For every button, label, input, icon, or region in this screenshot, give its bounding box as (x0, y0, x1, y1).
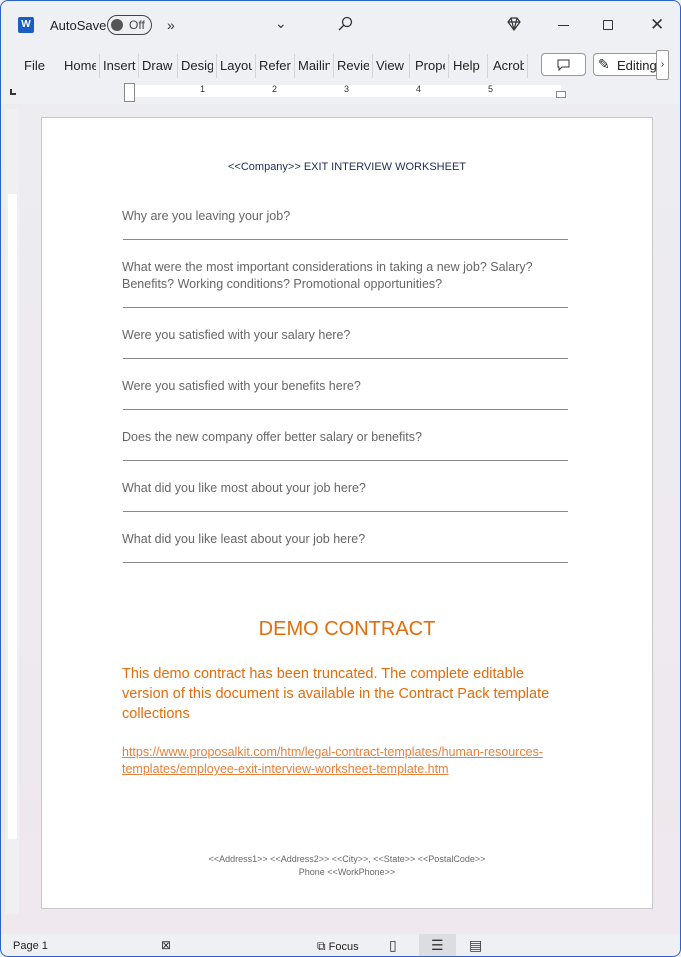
question: What were the most important considerati… (122, 260, 533, 291)
answer-line[interactable] (123, 562, 568, 563)
ruler-number: 4 (416, 84, 422, 94)
answer-line[interactable] (123, 307, 568, 308)
demo-notice: This demo contract has been truncated. T… (122, 666, 550, 722)
tab-help[interactable]: Help (453, 58, 483, 73)
focus-label: Focus (328, 941, 359, 953)
template-link[interactable]: https://www.proposalkit.com/htm/legal-co… (122, 744, 572, 778)
footer-address: <<Address1>> <<Address2>> <<City>>, <<St… (208, 854, 486, 864)
document-area: <<Company>> EXIT INTERVIEW WORKSHEET Why… (1, 104, 680, 934)
question: What did you like most about your job he… (122, 481, 366, 495)
tab-properties[interactable]: Properties (415, 58, 445, 73)
title-bar: W AutoSave Off » ⌄ ✕ (1, 1, 680, 49)
vertical-ruler[interactable] (6, 109, 19, 914)
web-layout-icon[interactable]: ▤ (469, 937, 482, 954)
pencil-icon: ✎ (598, 56, 610, 72)
answer-line[interactable] (123, 409, 568, 410)
footer-phone: Phone <<WorkPhone>> (298, 867, 396, 877)
page-footer: <<Address1>> <<Address2>> <<City>>, <<St… (42, 853, 652, 879)
tab-layout[interactable]: Layout (220, 58, 252, 73)
proofing-icon[interactable]: ⊠ (161, 938, 171, 952)
tab-acrobat[interactable]: Acrobat (493, 58, 524, 73)
tab-selector-icon[interactable] (10, 89, 16, 95)
chevron-right-icon[interactable]: › (656, 50, 669, 80)
tab-draw[interactable]: Draw (142, 58, 174, 73)
answer-line[interactable] (123, 511, 568, 512)
word-icon: W (18, 17, 34, 33)
tab-file[interactable]: File (24, 58, 48, 73)
focus-button[interactable]: ⧉ Focus (317, 939, 359, 954)
print-layout-icon: ☰ (431, 937, 444, 953)
ruler-number: 5 (488, 84, 494, 94)
ruler-number: 2 (272, 84, 278, 94)
question: Why are you leaving your job? (122, 209, 291, 223)
document-page[interactable]: <<Company>> EXIT INTERVIEW WORKSHEET Why… (41, 117, 653, 909)
horizontal-ruler[interactable]: 1 2 3 4 5 (1, 81, 680, 104)
demo-title: DEMO CONTRACT (258, 618, 436, 640)
ribbon-tabs: File Home Insert Draw Design Layout Refe… (1, 49, 680, 81)
focus-icon: ⧉ (317, 939, 326, 953)
chevrons-right-icon[interactable]: » (167, 17, 175, 33)
diamond-icon[interactable] (506, 16, 522, 37)
answer-line[interactable] (123, 239, 568, 240)
tab-view[interactable]: View (376, 58, 406, 73)
minimize-icon[interactable] (558, 25, 569, 26)
autosave-toggle[interactable]: Off (107, 15, 152, 35)
question: What did you like least about your job h… (122, 532, 366, 546)
question: Does the new company offer better salary… (122, 430, 422, 444)
print-layout-button[interactable]: ☰ (419, 934, 456, 956)
question: Were you satisfied with your benefits he… (122, 379, 361, 393)
editing-mode-button[interactable]: ✎ Editing (593, 53, 661, 76)
answer-line[interactable] (123, 460, 568, 461)
editing-label: Editing (617, 58, 657, 73)
ruler-number: 3 (344, 84, 350, 94)
comments-button[interactable] (541, 53, 586, 76)
tab-review[interactable]: Review (337, 58, 369, 73)
autosave-label: AutoSave (50, 18, 107, 33)
close-icon[interactable]: ✕ (650, 15, 664, 35)
tab-home[interactable]: Home (64, 58, 96, 73)
comment-icon (557, 59, 570, 71)
maximize-icon[interactable] (603, 20, 613, 30)
tab-insert[interactable]: Insert (103, 58, 136, 73)
answer-line[interactable] (123, 358, 568, 359)
question: Were you satisfied with your salary here… (122, 328, 351, 342)
autosave-state: Off (129, 18, 145, 32)
worksheet-title: <<Company>> EXIT INTERVIEW WORKSHEET (228, 161, 466, 173)
tab-design[interactable]: Design (181, 58, 213, 73)
tab-references[interactable]: References (259, 58, 291, 73)
page-indicator[interactable]: Page 1 (13, 940, 48, 952)
search-icon[interactable] (337, 16, 353, 37)
indent-marker[interactable] (124, 83, 135, 102)
chevron-down-icon[interactable]: ⌄ (275, 15, 287, 32)
status-bar: Page 1 ⊠ ⧉ Focus ▯ ☰ ▤ (1, 934, 680, 956)
right-indent-marker[interactable] (556, 91, 566, 98)
ruler-number: 1 (200, 84, 206, 94)
read-mode-icon[interactable]: ▯ (389, 937, 397, 954)
word-window: W AutoSave Off » ⌄ ✕ File Home Insert Dr… (0, 0, 681, 957)
tab-mailings[interactable]: Mailings (298, 58, 330, 73)
